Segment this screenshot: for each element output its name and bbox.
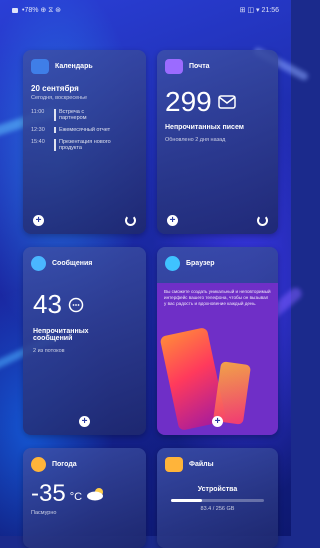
calendar-title: Календарь xyxy=(55,63,93,70)
weather-title: Погода xyxy=(52,461,77,468)
weather-temp: -35 xyxy=(31,480,66,507)
messages-label: Непрочитанных сообщений xyxy=(33,328,89,342)
new-message-button[interactable]: + xyxy=(79,416,90,427)
browser-app-icon xyxy=(165,256,180,271)
status-bar: •78% ⊕ ⧖ ⊛ ⊞ ◫ ▾ 21:56 xyxy=(0,0,291,20)
notification-icon xyxy=(12,7,18,13)
calendar-event[interactable]: 11:00 Встреча с партнером xyxy=(31,109,140,121)
chat-bubble-icon xyxy=(68,297,84,312)
event-text: Ежемесячный отчет xyxy=(54,127,111,133)
mail-label: Непрочитанных писем xyxy=(165,124,244,131)
open-browser-button[interactable]: + xyxy=(212,416,223,427)
mail-footer: + xyxy=(167,215,268,226)
calendar-widget[interactable]: Календарь 20 сентября Сегодня, воскресен… xyxy=(23,50,146,234)
event-text: Презентация нового продукта xyxy=(54,139,111,151)
mail-widget[interactable]: Почта 299 Непрочитанных писем Обновлено … xyxy=(157,50,278,234)
cloud-sun-icon xyxy=(87,488,104,501)
files-device-label: Устройства xyxy=(197,486,238,493)
weather-app-icon xyxy=(31,457,46,472)
calendar-date: 20 сентября xyxy=(31,84,79,93)
calendar-subtitle: Сегодня, воскресенье xyxy=(31,95,88,101)
browser-header: Браузер xyxy=(157,247,278,271)
add-event-button[interactable]: + xyxy=(33,215,44,226)
messages-app-icon xyxy=(31,256,46,271)
mail-title: Почта xyxy=(189,63,210,70)
envelope-icon xyxy=(217,95,236,109)
mail-status: Обновлено 2 дня назад xyxy=(165,137,226,143)
browser-widget[interactable]: Браузер Вы сможете создать уникальный и … xyxy=(157,247,278,435)
status-right: ⊞ ◫ ▾ 21:56 xyxy=(240,6,279,14)
messages-widget[interactable]: Сообщения 43 Непрочитанных сообщений 2 и… xyxy=(23,247,146,435)
compose-button[interactable]: + xyxy=(167,215,178,226)
refresh-icon[interactable] xyxy=(125,215,136,226)
messages-count: 43 xyxy=(33,289,62,319)
browser-content-panel: Вы сможете создать уникальный и неповтор… xyxy=(157,283,278,435)
event-time: 15:40 xyxy=(31,139,45,145)
calendar-header: Календарь xyxy=(23,50,146,74)
calendar-event-list: 11:00 Встреча с партнером 12:30 Ежемесяч… xyxy=(23,101,146,151)
calendar-icon xyxy=(31,59,49,74)
mail-count: 299 xyxy=(165,86,212,117)
status-left-text: •78% ⊕ ⧖ ⊛ xyxy=(22,6,61,14)
browser-text: Вы сможете создать уникальный и неповтор… xyxy=(164,289,271,307)
messages-footer: + xyxy=(33,416,136,427)
weather-widget[interactable]: Погода -35 °C Пасмурно xyxy=(23,448,146,548)
mail-header: Почта xyxy=(157,50,278,74)
calendar-footer: + xyxy=(33,215,136,226)
weather-unit: °C xyxy=(69,491,83,503)
calendar-event[interactable]: 12:30 Ежемесячный отчет xyxy=(31,127,140,133)
files-widget[interactable]: Файлы Устройства 83.4 / 256 GB xyxy=(157,448,278,548)
files-title: Файлы xyxy=(189,461,214,468)
messages-sub: 2 из потоков xyxy=(33,348,65,354)
calendar-event[interactable]: 15:40 Презентация нового продукта xyxy=(31,139,140,151)
status-right-text: ⊞ ◫ ▾ 21:56 xyxy=(239,7,279,14)
refresh-icon[interactable] xyxy=(257,215,268,226)
event-text: Встреча с партнером xyxy=(54,109,111,121)
files-header: Файлы xyxy=(157,448,278,472)
weather-header: Погода xyxy=(23,448,146,472)
messages-header: Сообщения xyxy=(23,247,146,271)
event-time: 12:30 xyxy=(31,127,45,133)
folder-icon xyxy=(165,457,183,472)
storage-text: 83.4 / 256 GB xyxy=(200,506,235,512)
mail-app-icon xyxy=(165,59,183,74)
status-left: •78% ⊕ ⧖ ⊛ xyxy=(12,6,61,15)
messages-title: Сообщения xyxy=(52,260,93,267)
event-time: 11:00 xyxy=(31,109,45,115)
browser-title: Браузер xyxy=(186,260,215,267)
weather-desc: Пасмурно xyxy=(31,510,57,516)
